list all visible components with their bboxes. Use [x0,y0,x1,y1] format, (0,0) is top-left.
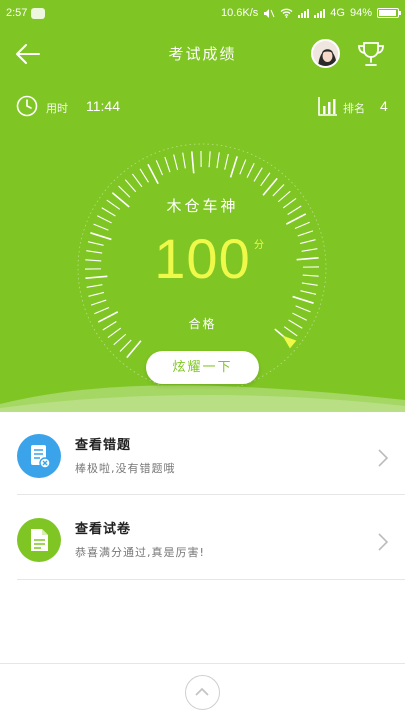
gauge-tick [97,215,112,224]
network-speed: 10.6K/s [220,7,259,19]
gauge-tick [88,291,105,297]
avatar[interactable] [311,39,340,68]
score-unit: 分 [254,240,264,251]
network-type: 4G [330,7,345,19]
gauge-tick [239,159,247,175]
gauge-tick [182,152,186,169]
gauge-tick [94,306,110,315]
battery-icon [377,8,401,18]
gauge-tick [124,179,137,193]
gauge-tick [208,151,211,168]
wechat-notification-icon [31,7,46,19]
rank-chart-icon [318,97,337,116]
divider [17,579,405,580]
gauge-pointer [282,335,297,349]
time-label: 用时 [46,102,68,115]
gauge-tick [90,299,107,306]
gauge-tick [113,333,127,346]
rank-value: 4 [380,98,388,114]
time-value: 11:44 [86,98,120,114]
score-value: 100 [154,227,251,290]
gauge-tick [131,173,143,188]
divider [17,494,405,495]
mute-icon [264,8,275,18]
gauge-tick [155,160,164,176]
menu-item-exam-paper[interactable]: 查看试卷 恭喜满分通过,真是厉害! [0,496,405,588]
gauge-tick [292,295,314,304]
gauge-tick [224,153,229,170]
gauge-tick [139,168,149,183]
menu-item-subtitle: 恭喜满分通过,真是厉害! [75,546,205,559]
chevron-right-icon [378,449,389,467]
status-bar: 2:57 10.6K/s 4G 94% [0,0,405,28]
status-time: 2:57 [6,7,28,19]
gauge-tick [300,290,317,295]
menu-item-title: 查看错题 [75,438,132,453]
pass-status: 合格 [188,317,217,331]
menu-item-wrong-questions[interactable]: 查看错题 棒极啦,没有错题哦 [0,412,405,504]
gauge-tick [246,163,255,178]
trophy-icon[interactable] [356,39,386,69]
gauge-tick [260,172,271,187]
gauge-tick [295,305,311,313]
rank-label: 排名 [343,102,365,115]
chevron-up-icon [195,687,209,696]
chevron-right-icon [378,533,389,551]
wrong-questions-icon [17,434,61,478]
gauge-tick [253,167,263,182]
gauge-tick [119,339,132,352]
clock-icon [16,95,38,117]
gauge-tick [173,154,179,171]
signal-icon-2 [314,8,326,18]
menu-item-title: 查看试卷 [75,522,132,537]
battery-percent: 94% [349,7,372,19]
exam-paper-icon [17,518,61,562]
menu-item-subtitle: 棒极啦,没有错题哦 [75,462,176,475]
bottom-divider [0,663,405,664]
flaunt-button[interactable]: 炫耀一下 [146,351,259,384]
gauge-tick [216,152,220,169]
gauge-tick [262,177,278,196]
info-bar: 用时 11:44 排名 4 [0,92,405,122]
result-header-panel: 2:57 10.6K/s 4G 94% 考试成绩 用时 11:44 排名 4 木… [0,0,405,412]
gauge-tick [147,163,159,185]
scroll-up-button[interactable] [185,675,220,710]
gauge-tick [126,340,142,359]
gauge-tick [191,151,195,174]
score-title: 木仓车神 [166,197,239,215]
page-title: 考试成绩 [168,45,237,63]
wifi-icon [280,8,293,18]
top-bar: 考试成绩 [0,28,405,80]
gauge-tick [229,156,238,178]
signal-icon [298,8,310,18]
gauge-tick [164,156,171,173]
